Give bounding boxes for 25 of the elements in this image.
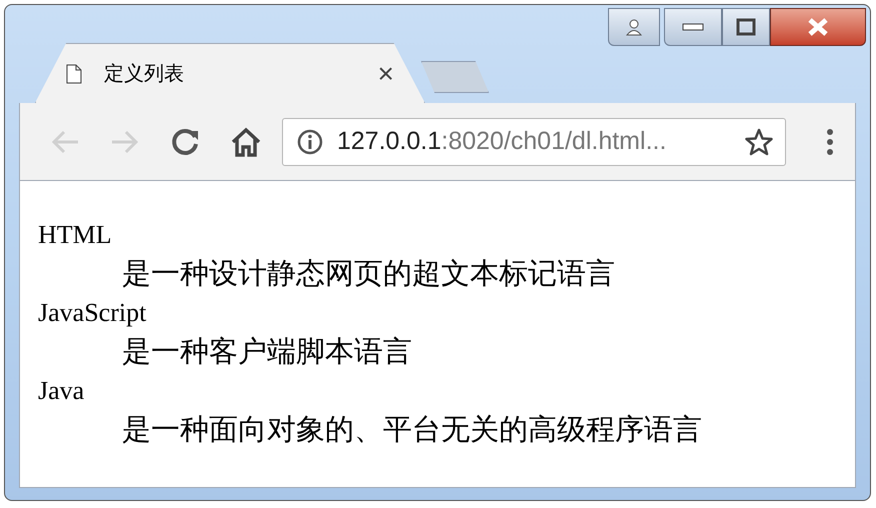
info-icon (297, 128, 323, 154)
reload-icon[interactable] (170, 126, 200, 156)
document-icon (66, 64, 82, 84)
browser-tab[interactable]: 定义列表 × (35, 43, 425, 103)
definition-term: Java (38, 375, 84, 407)
definition-description: 是一种设计静态网页的超文本标记语言 (122, 255, 615, 292)
definition-term: HTML (38, 219, 112, 251)
home-icon[interactable] (230, 126, 262, 156)
menu-icon[interactable] (826, 126, 834, 156)
url-text: 127.0.0.1:8020/ch01/dl.html... (337, 126, 668, 157)
minimize-button[interactable] (664, 8, 722, 46)
star-icon[interactable] (745, 128, 773, 156)
profile-button[interactable] (608, 8, 660, 46)
close-button[interactable] (770, 8, 866, 46)
tab-title: 定义列表 (104, 62, 185, 86)
address-bar[interactable]: 127.0.0.1:8020/ch01/dl.html... (282, 118, 786, 166)
maximize-icon (736, 18, 756, 36)
definition-term: JavaScript (38, 297, 146, 329)
person-icon (625, 18, 643, 36)
minimize-icon (682, 23, 704, 31)
definition-description: 是一种面向对象的、平台无关的高级程序语言 (122, 411, 702, 448)
close-icon (806, 18, 830, 36)
maximize-button[interactable] (722, 8, 770, 46)
definition-description: 是一种客户端脚本语言 (122, 333, 412, 370)
tab-close-button[interactable]: × (378, 60, 394, 88)
